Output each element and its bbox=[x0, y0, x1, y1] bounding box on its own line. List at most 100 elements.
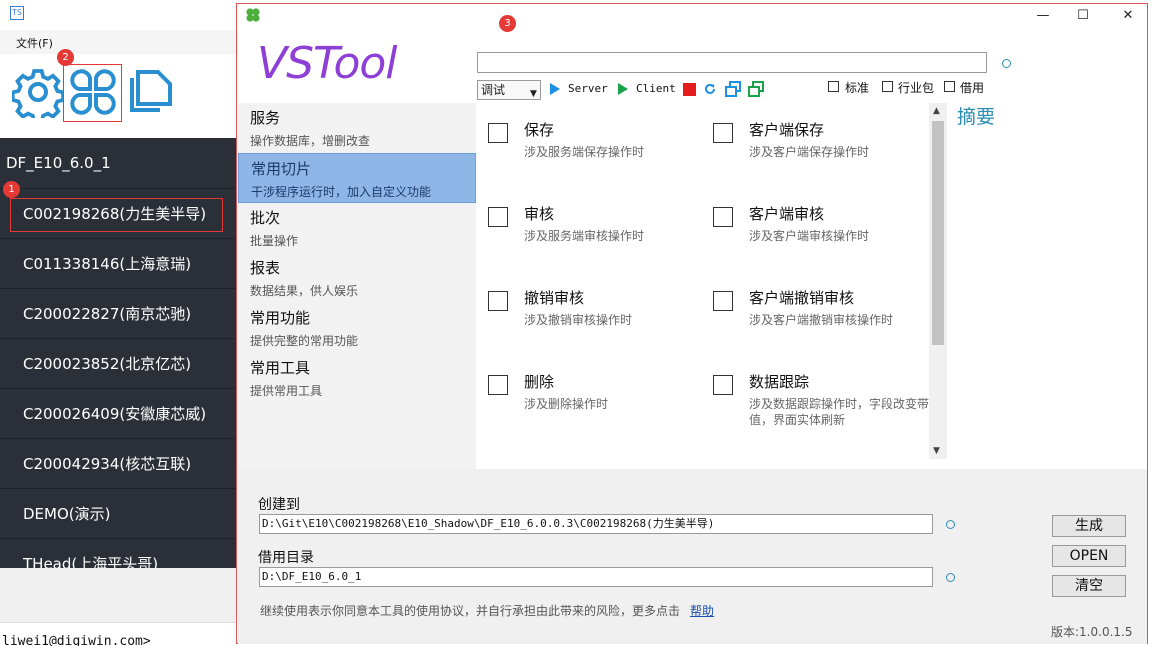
option-checkbox[interactable] bbox=[488, 123, 508, 143]
borrow-dir-input[interactable]: D:\DF_E10_6.0_1 bbox=[259, 567, 933, 587]
category-title: 服务 bbox=[250, 109, 281, 127]
category-item-batch[interactable]: 批次 批量操作 bbox=[238, 203, 476, 253]
create-to-label: 创建到 bbox=[258, 497, 300, 513]
standard-checkbox[interactable] bbox=[828, 81, 839, 92]
category-item-report[interactable]: 报表 数据结果，供人娱乐 bbox=[238, 253, 476, 303]
run-client-label[interactable]: Client bbox=[636, 82, 676, 95]
create-to-indicator-icon bbox=[946, 520, 955, 529]
windows-icon[interactable] bbox=[725, 81, 741, 97]
highlight-box-grid bbox=[63, 64, 122, 122]
minimize-button[interactable]: — bbox=[1032, 8, 1054, 24]
category-title: 常用功能 bbox=[250, 309, 311, 327]
option-checkbox[interactable] bbox=[488, 375, 508, 395]
project-list-item[interactable]: C011338146(上海意瑞) bbox=[0, 238, 240, 288]
option-desc: 涉及客户端撤销审核操作时 bbox=[749, 313, 894, 327]
category-item-common-functions[interactable]: 常用功能 提供完整的常用功能 bbox=[238, 303, 476, 353]
project-list-item[interactable]: C200026409(安徽康芯威) bbox=[0, 388, 240, 438]
version-label: 版本:1.0.0.1.5 bbox=[1051, 625, 1133, 639]
generate-button[interactable]: 生成 bbox=[1052, 515, 1126, 537]
option-client-unapprove[interactable]: 客户端撤销审核 涉及客户端撤销审核操作时 bbox=[702, 271, 922, 355]
option-approve[interactable]: 审核 涉及服务端审核操作时 bbox=[477, 187, 697, 271]
mode-select-value: 调试 bbox=[481, 83, 506, 97]
option-desc: 涉及客户端保存操作时 bbox=[749, 145, 870, 159]
run-client-icon[interactable] bbox=[618, 83, 628, 95]
option-checkbox[interactable] bbox=[488, 207, 508, 227]
gear-icon[interactable] bbox=[12, 66, 64, 118]
copy-icon[interactable] bbox=[124, 66, 176, 118]
project-list-item[interactable]: THead(上海平头哥) bbox=[0, 538, 240, 568]
category-desc: 数据结果，供人娱乐 bbox=[250, 284, 359, 298]
category-title: 常用工具 bbox=[250, 359, 311, 377]
help-link[interactable]: 帮助 bbox=[690, 602, 714, 619]
run-server-icon[interactable] bbox=[550, 83, 560, 95]
category-item-common-slices[interactable]: 常用切片 干涉程序运行时，加入自定义功能 bbox=[238, 153, 476, 203]
project-list-item[interactable]: C200042934(核芯互联) bbox=[0, 438, 240, 488]
option-client-save[interactable]: 客户端保存 涉及客户端保存操作时 bbox=[702, 103, 922, 187]
standard-checkbox-label: 标准 bbox=[845, 81, 870, 95]
borrow-dir-label: 借用目录 bbox=[258, 550, 314, 566]
chevron-down-icon: ▼ bbox=[530, 89, 537, 99]
screen: TS 文件(F) 2 DF_E10_6.0_1 C002198268(力生美半导… bbox=[0, 0, 1152, 646]
create-to-input[interactable]: D:\Git\E10\C002198268\E10_Shadow\DF_E10_… bbox=[259, 514, 933, 534]
background-footer bbox=[0, 568, 240, 622]
industry-checkbox-label: 行业包 bbox=[898, 81, 935, 95]
borrow-checkbox[interactable] bbox=[944, 81, 955, 92]
project-list-item[interactable]: C200022827(南京芯驰) bbox=[0, 288, 240, 338]
option-checkbox[interactable] bbox=[488, 291, 508, 311]
option-checkbox[interactable] bbox=[713, 291, 733, 311]
category-title: 常用切片 bbox=[251, 160, 312, 178]
option-desc: 涉及服务端保存操作时 bbox=[524, 145, 645, 159]
vstool-window: — ☐ ✕ VSTool 调试 ▼ Server Client 标准 行业包 借… bbox=[236, 3, 1148, 644]
mode-select[interactable]: 调试 ▼ bbox=[477, 80, 541, 100]
scroll-thumb[interactable] bbox=[932, 121, 944, 345]
scroll-down-icon[interactable]: ▼ bbox=[933, 446, 940, 456]
option-desc: 涉及删除操作时 bbox=[524, 397, 609, 411]
input-indicator-icon bbox=[1002, 59, 1011, 68]
borrow-checkbox-label: 借用 bbox=[960, 81, 985, 95]
project-list-header[interactable]: DF_E10_6.0_1 bbox=[0, 138, 240, 188]
green-windows-icon[interactable] bbox=[748, 81, 764, 97]
search-input[interactable] bbox=[477, 52, 987, 73]
option-next-row-partial[interactable] bbox=[702, 439, 922, 459]
menu-file[interactable]: 文件(F) bbox=[16, 35, 53, 51]
option-title: 审核 bbox=[524, 205, 555, 223]
stop-icon[interactable] bbox=[683, 83, 696, 96]
step-badge-3: 3 bbox=[499, 15, 516, 32]
category-desc: 批量操作 bbox=[250, 234, 299, 248]
background-titlebar: TS bbox=[0, 0, 240, 30]
run-server-label[interactable]: Server bbox=[568, 82, 608, 95]
option-data-tracking[interactable]: 数据跟踪 涉及数据跟踪操作时，字段改变带值，界面实体刷新 bbox=[702, 355, 929, 439]
option-desc: 涉及客户端审核操作时 bbox=[749, 229, 870, 243]
options-panel: 保存 涉及服务端保存操作时 客户端保存 涉及客户端保存操作时 审核 涉及服务端审… bbox=[477, 103, 929, 459]
option-title: 删除 bbox=[524, 373, 555, 391]
refresh-icon[interactable] bbox=[703, 82, 717, 96]
highlight-box-project bbox=[10, 198, 223, 232]
option-checkbox[interactable] bbox=[713, 123, 733, 143]
option-unapprove[interactable]: 撤销审核 涉及撤销审核操作时 bbox=[477, 271, 697, 355]
option-client-approve[interactable]: 客户端审核 涉及客户端审核操作时 bbox=[702, 187, 922, 271]
option-title: 撤销审核 bbox=[524, 289, 585, 307]
industry-checkbox[interactable] bbox=[882, 81, 893, 92]
open-button[interactable]: OPEN bbox=[1052, 545, 1126, 567]
option-checkbox[interactable] bbox=[713, 207, 733, 227]
option-next-row-partial[interactable] bbox=[477, 439, 697, 459]
option-title: 客户端保存 bbox=[749, 121, 825, 139]
project-list-item[interactable]: DEMO(演示) bbox=[0, 488, 240, 538]
category-desc: 干涉程序运行时，加入自定义功能 bbox=[251, 185, 432, 199]
step-badge-2: 2 bbox=[57, 49, 74, 66]
close-button[interactable]: ✕ bbox=[1117, 8, 1139, 24]
clear-button[interactable]: 清空 bbox=[1052, 575, 1126, 597]
app-icon: TS bbox=[10, 6, 24, 20]
category-item-service[interactable]: 服务 操作数据库，增删改查 bbox=[238, 103, 476, 153]
options-scrollbar[interactable]: ▲ ▼ bbox=[929, 103, 947, 459]
project-list-item[interactable]: C200023852(北京亿芯) bbox=[0, 338, 240, 388]
option-checkbox[interactable] bbox=[713, 375, 733, 395]
category-desc: 提供常用工具 bbox=[250, 384, 323, 398]
maximize-button[interactable]: ☐ bbox=[1072, 8, 1094, 24]
option-desc: 涉及撤销审核操作时 bbox=[524, 313, 633, 327]
option-save[interactable]: 保存 涉及服务端保存操作时 bbox=[477, 103, 697, 187]
option-delete[interactable]: 删除 涉及删除操作时 bbox=[477, 355, 697, 439]
category-item-common-tools[interactable]: 常用工具 提供常用工具 bbox=[238, 353, 476, 403]
scroll-up-icon[interactable]: ▲ bbox=[933, 106, 940, 116]
category-nav: 服务 操作数据库，增删改查 常用切片 干涉程序运行时，加入自定义功能 批次 批量… bbox=[238, 103, 476, 469]
